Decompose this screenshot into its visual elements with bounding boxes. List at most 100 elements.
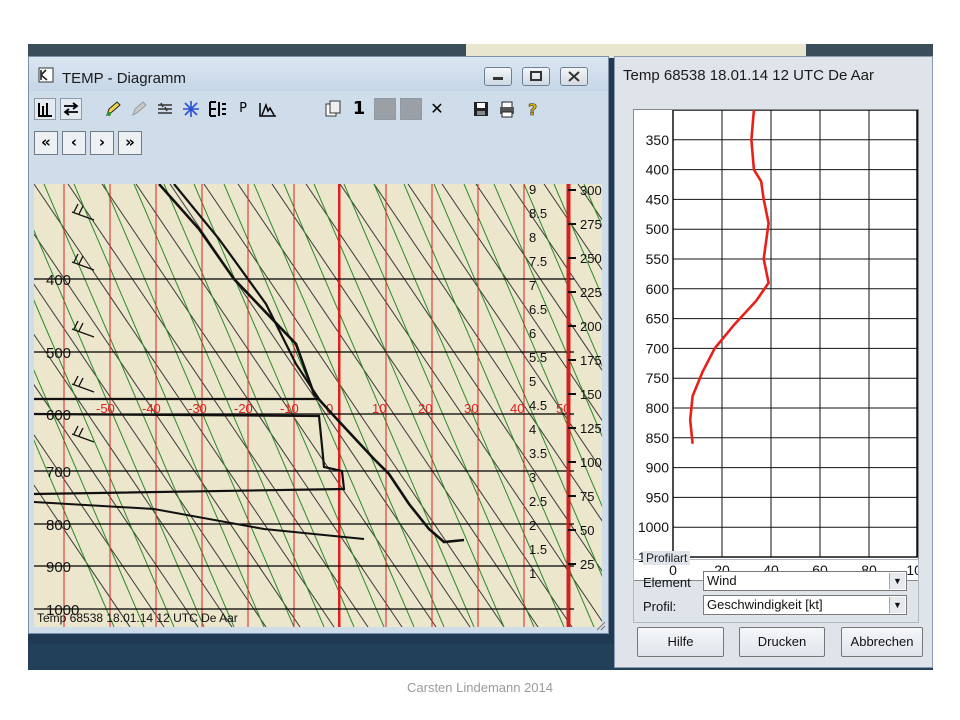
chevron-down-icon[interactable]: ▼: [889, 597, 905, 613]
app-icon: [38, 67, 54, 83]
wind-barb-shaft: [71, 261, 95, 271]
toolbar: P 1 ✕ ?: [34, 95, 604, 125]
cancel-button[interactable]: Abbrechen: [841, 627, 923, 657]
wind-barb-shaft: [71, 211, 95, 221]
y-tick-label: 500: [646, 221, 670, 237]
wind-profile-chart-panel: 0204060801003504004505005506006507007508…: [633, 109, 930, 581]
nav-last-button[interactable]: »: [118, 131, 142, 155]
window-title: TEMP - Diagramm: [62, 70, 186, 87]
y-tick-label: 400: [646, 162, 670, 178]
y-tick-label: 350: [646, 132, 670, 148]
y-tick-label: 950: [646, 489, 670, 505]
profile-select[interactable]: Geschwindigkeit [kt] ▼: [703, 595, 907, 615]
height-dam-label: 200: [580, 319, 602, 334]
save-icon: [474, 102, 488, 116]
close-icon: [568, 71, 580, 82]
minimize-icon: [493, 77, 503, 80]
toolbar-save-button[interactable]: [470, 98, 492, 120]
y-tick-label: 450: [646, 191, 670, 207]
wind-barb-flag: [73, 425, 79, 435]
plot-frame: [672, 109, 918, 558]
height-km-label: 5.5: [529, 350, 547, 365]
toolbar-p-button[interactable]: P: [232, 98, 254, 120]
table-icon: [209, 101, 226, 117]
copy-icon: [325, 100, 341, 117]
y-tick-label: 700: [646, 340, 670, 356]
skewt-canvas: 4005006007008009001000-50 -40 -30 -20 -10 0 10…: [34, 184, 602, 627]
y-tick-label: 800: [646, 400, 670, 416]
pressure-label: 800: [46, 517, 71, 534]
swap-arrows-icon: [63, 102, 79, 116]
diagram-status-text: Temp 68538 18.01.14 12 UTC De Aar: [37, 611, 238, 625]
toolbar-gray-button-2[interactable]: [400, 98, 422, 120]
height-dam-label: 250: [580, 251, 602, 266]
y-tick-label: 600: [646, 281, 670, 297]
height-dam-label: 125: [580, 421, 602, 436]
toolbar-help-button[interactable]: ?: [522, 98, 544, 120]
nav-prev-button[interactable]: ‹: [62, 131, 86, 155]
y-tick-label: 750: [646, 370, 670, 386]
height-km-label: 3.5: [529, 446, 547, 461]
height-km-label: 7.5: [529, 254, 547, 269]
edit-disabled-icon: [132, 101, 147, 117]
wind-barb-shaft: [71, 328, 95, 338]
toolbar-snow-button[interactable]: [180, 98, 202, 120]
toolbar-swap-button[interactable]: [60, 98, 82, 120]
maximize-button[interactable]: [522, 67, 550, 86]
toolbar-copy-button[interactable]: [322, 98, 344, 120]
window-titlebar[interactable]: TEMP - Diagramm: [29, 57, 608, 91]
y-tick-label: 550: [646, 251, 670, 267]
toolbar-delete-button[interactable]: ✕: [426, 98, 448, 120]
maximize-icon: [530, 71, 542, 81]
resize-grip-icon[interactable]: [594, 619, 606, 631]
wind-barb-shaft: [71, 433, 95, 443]
element-select[interactable]: Wind ▼: [703, 571, 907, 591]
height-dam-label: 75: [580, 489, 594, 504]
profile-type-legend: Profilart: [643, 551, 691, 565]
temperature-label: 30: [464, 401, 478, 416]
snowflake-icon: [183, 101, 199, 117]
pressure-label: 900: [46, 559, 71, 576]
toolbar-edit-button[interactable]: [102, 98, 124, 120]
toolbar-sounding-button[interactable]: [34, 98, 56, 120]
toolbar-table-button[interactable]: [206, 98, 228, 120]
skewt-diagram[interactable]: 400 500 600 700 800 900 1000 -50 -40 -30 -20 -10 0 10…: [34, 184, 602, 627]
nav-first-button[interactable]: «: [34, 131, 58, 155]
toolbar-gray-button-1[interactable]: [374, 98, 396, 120]
pressure-label: 700: [46, 464, 71, 481]
height-km-label: 8: [529, 230, 536, 245]
close-window-button[interactable]: [560, 67, 588, 86]
toolbar-one-button[interactable]: 1: [348, 98, 370, 120]
height-dam-label: 300: [580, 184, 602, 198]
minimize-button[interactable]: [484, 67, 512, 86]
temperature-label: -10: [280, 401, 299, 416]
toolbar-profile-button[interactable]: [256, 98, 278, 120]
wind-barb-shaft: [71, 383, 95, 393]
chevron-down-icon[interactable]: ▼: [889, 573, 905, 589]
toolbar-wind-button[interactable]: [154, 98, 176, 120]
wind-barb-icon: [158, 102, 172, 114]
toolbar-disabled-button[interactable]: [128, 98, 150, 120]
help-question-icon: ?: [528, 100, 538, 120]
toolbar-print-button[interactable]: [496, 98, 518, 120]
wind-barb: [71, 320, 95, 338]
height-km-label: 4.5: [529, 398, 547, 413]
pencil-icon: [106, 101, 121, 117]
wind-barb-flag: [73, 203, 79, 213]
nav-next-button[interactable]: ›: [90, 131, 114, 155]
temperature-label: -30: [188, 401, 207, 416]
print-button[interactable]: Drucken: [739, 627, 825, 657]
height-km-label: 1: [529, 566, 536, 581]
height-km-label: 1.5: [529, 542, 547, 557]
sounding-icon: [38, 103, 52, 117]
height-dam-label: 175: [580, 353, 602, 368]
height-km-label: 2.5: [529, 494, 547, 509]
height-dam-label: 25: [580, 557, 594, 572]
height-km-label: 8.5: [529, 206, 547, 221]
wind-barb-flag: [78, 427, 84, 437]
profile-chart-icon: [259, 102, 276, 117]
temperature-label: 40: [510, 401, 524, 416]
help-button[interactable]: Hilfe: [637, 627, 724, 657]
height-km-label: 3: [529, 470, 536, 485]
pressure-label: 400: [46, 272, 71, 289]
